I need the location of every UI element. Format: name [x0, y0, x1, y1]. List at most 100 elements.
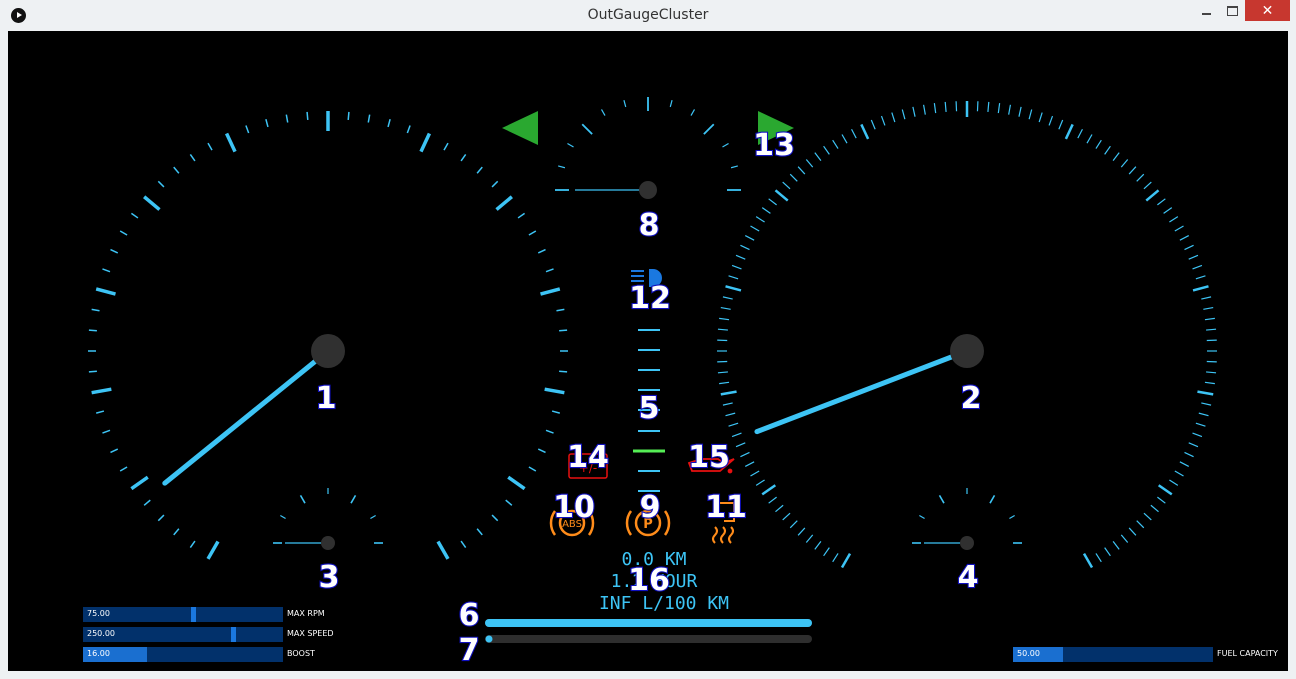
max-rpm-slider[interactable]: 75.00 — [83, 607, 283, 622]
rpm-ticks-tick — [189, 540, 196, 549]
speed-ticks-tick — [797, 166, 806, 175]
fuel-gauge-ticks — [912, 488, 1022, 544]
speed-ticks-tick — [823, 547, 830, 557]
speed-ticks-tick — [761, 207, 771, 214]
speed-gauge — [717, 101, 1217, 569]
top-ticks-tick — [600, 109, 606, 116]
speed-ticks-tick — [1136, 520, 1145, 529]
speed-ticks-tick — [782, 512, 791, 521]
rpm-ticks-tick — [88, 329, 97, 332]
close-icon: ✕ — [1261, 2, 1274, 18]
rpm-ticks-tick — [559, 329, 568, 332]
cluster-canvas: +/- ABS P 0.0 KM 1.2 HOUR INF L/100 KM 1… — [8, 31, 1288, 671]
speed-ticks-tick — [1206, 371, 1217, 374]
speed-ticks-tick — [1145, 189, 1160, 202]
boost-hub — [321, 536, 335, 550]
rpm-ticks-tick — [495, 195, 513, 211]
speed-ticks-tick — [1197, 390, 1214, 396]
rpm-ticks-tick — [419, 132, 432, 153]
rpm-ticks-tick — [306, 111, 309, 120]
speed-ticks-tick — [1086, 134, 1093, 144]
max-rpm-handle[interactable] — [191, 607, 196, 622]
speed-ticks-tick — [719, 381, 730, 385]
speed-ticks-tick — [719, 317, 730, 321]
minimize-button[interactable] — [1193, 0, 1219, 21]
rpm-ticks-tick — [157, 514, 165, 522]
speed-ticks-tick — [1203, 306, 1214, 310]
fuel-capacity-value: 50.00 — [1017, 649, 1040, 658]
speed-ticks-tick — [1184, 244, 1194, 251]
fuel-capacity-slider[interactable]: 50.00 — [1013, 647, 1213, 662]
speed-ticks-tick — [717, 371, 728, 374]
speed-ticks-tick — [1038, 112, 1043, 123]
app-window: OutGaugeCluster ✕ +/- ABS P 0.0 KM 1.2 H… — [0, 0, 1296, 679]
speed-ticks-tick — [891, 112, 896, 123]
speed-ticks-tick — [1082, 553, 1094, 569]
max-speed-slider[interactable]: 250.00 — [83, 627, 283, 642]
speed-ticks-tick — [1112, 152, 1120, 161]
speed-ticks-tick — [997, 103, 1001, 114]
aux-gauge-top-ticks — [555, 97, 741, 191]
rpm-ticks-tick — [367, 114, 371, 123]
title-bar[interactable]: OutGaugeCluster ✕ — [0, 0, 1296, 31]
speed-ticks-tick — [1192, 432, 1203, 438]
callout-3: 3 — [319, 560, 340, 595]
speed-ticks-tick — [1128, 166, 1137, 175]
rpm-ticks-tick — [443, 142, 449, 151]
speed-ticks-tick — [832, 553, 839, 563]
boost-slider[interactable]: 16.00 — [83, 647, 283, 662]
close-button[interactable]: ✕ — [1245, 0, 1290, 21]
rpm-ticks-tick — [95, 287, 116, 296]
speed-ticks-tick — [1198, 412, 1209, 417]
speed-ticks-tick — [823, 145, 830, 155]
max-speed-label: MAX SPEED — [287, 629, 334, 638]
speed-ticks-tick — [1169, 216, 1179, 223]
rpm-ticks-tick — [507, 475, 526, 491]
speed-ticks-tick — [768, 496, 777, 504]
rpm-ticks-tick — [540, 287, 561, 296]
top-ticks-tick — [703, 123, 715, 135]
speed-ticks-tick — [728, 422, 739, 427]
turn-left-icon — [502, 111, 538, 145]
maximize-button[interactable] — [1219, 0, 1245, 21]
rpm-ticks-tick — [559, 370, 568, 373]
speed-ticks-tick — [789, 173, 798, 182]
rpm-ticks-tick — [207, 142, 213, 151]
speed-ticks-tick — [912, 106, 916, 117]
speed-ticks-tick — [731, 264, 742, 270]
max-rpm-value: 75.00 — [87, 609, 110, 618]
speed-ticks-tick — [814, 541, 822, 550]
brake-bar — [485, 635, 812, 643]
rpm-ticks-tick — [528, 230, 537, 236]
callout-11: 11 — [705, 490, 747, 525]
callout-4: 4 — [958, 560, 979, 595]
top-ticks-tick — [690, 109, 696, 116]
rpm-ticks-tick — [224, 132, 237, 153]
rpm-ticks-tick — [119, 230, 128, 236]
rpm-ticks-tick — [265, 118, 269, 128]
speed-ticks-tick — [851, 128, 857, 139]
small-left-ticks-tick — [350, 494, 357, 504]
rpm-ticks-tick — [173, 166, 180, 174]
speed-ticks-tick — [1163, 207, 1173, 214]
rpm-ticks-tick — [91, 387, 112, 395]
speed-ticks-tick — [1204, 381, 1215, 385]
rpm-ticks-tick — [556, 308, 565, 312]
speed-ticks-tick — [728, 275, 739, 280]
speed-ticks-tick — [1018, 106, 1022, 117]
callout-12: 12 — [629, 281, 671, 316]
callout-13: 13 — [753, 128, 795, 163]
max-speed-handle[interactable] — [231, 627, 236, 642]
speed-ticks-tick — [1150, 504, 1159, 513]
rpm-ticks-tick — [130, 475, 149, 491]
rpm-ticks-tick — [347, 111, 350, 120]
rpm-ticks-tick — [130, 212, 139, 219]
rpm-ticks-tick — [406, 125, 411, 134]
speed-ticks-tick — [1128, 527, 1137, 536]
rpm-ticks-tick — [491, 514, 499, 522]
callout-14: 14 — [567, 440, 609, 475]
speed-ticks-tick — [805, 159, 814, 168]
speed-ticks-tick — [1112, 541, 1120, 550]
speed-needle — [754, 348, 970, 435]
callout-5: 5 — [639, 391, 660, 426]
